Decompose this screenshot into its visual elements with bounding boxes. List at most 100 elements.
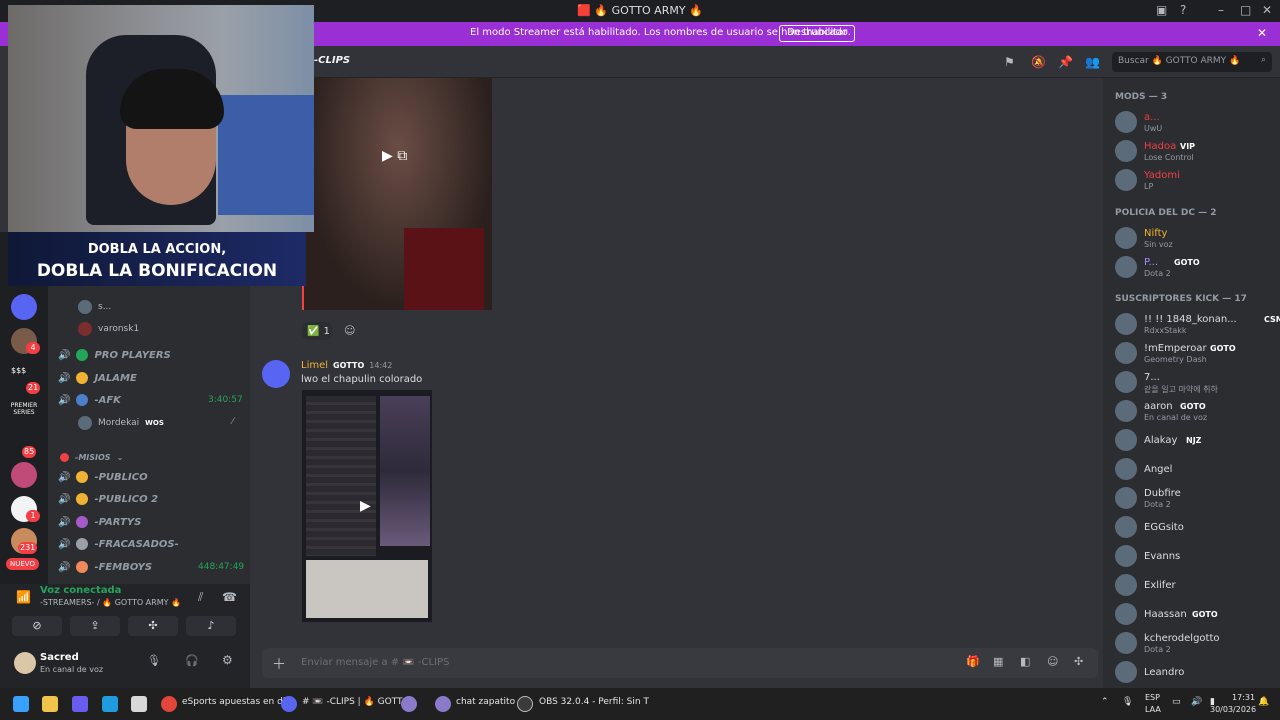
notification-icon[interactable]: 🔔 — [1258, 697, 1269, 707]
search-icon: ⌕ — [1260, 55, 1266, 65]
discord-icon[interactable] — [281, 696, 297, 712]
edge-icon[interactable] — [102, 696, 118, 712]
close-banner-icon[interactable]: ✕ — [1257, 26, 1267, 40]
voice-channel-partys[interactable]: 🔊 -PARTYS — [58, 512, 141, 532]
apps-icon[interactable]: ✣ — [1074, 655, 1083, 668]
member-row[interactable]: Yadomi LP — [1113, 166, 1278, 194]
member-row[interactable]: kcherodelgotto Dota 2 — [1113, 629, 1278, 657]
server-label[interactable]: PREMIER SERIES — [9, 402, 39, 416]
avatar[interactable] — [14, 652, 36, 674]
threads-icon[interactable]: ⚑ — [1004, 55, 1015, 69]
search-input[interactable]: Buscar 🔥 GOTTO ARMY 🔥 ⌕ — [1112, 52, 1272, 72]
member-row[interactable]: !mEmperoar Geometry Dash GOTO — [1113, 339, 1278, 367]
voice-channel-pro-players[interactable]: 🔊 PRO PLAYERS — [58, 345, 171, 365]
pin-icon[interactable]: 📌 — [1058, 55, 1073, 69]
network-icon[interactable]: ▭ — [1172, 697, 1181, 707]
obs-icon[interactable] — [517, 696, 533, 712]
noise-suppression-icon[interactable]: ⫽ — [198, 590, 203, 605]
member-row[interactable]: Angel — [1113, 455, 1278, 483]
mute-channel-icon[interactable]: 🔕 — [1031, 55, 1046, 69]
voice-user[interactable]: Mordekai WOS — [78, 416, 164, 430]
video-toggle-button[interactable]: ⊘ — [12, 616, 62, 636]
clip-attachment[interactable]: ▶ — [302, 390, 432, 622]
signal-icon[interactable]: 📶 — [16, 590, 31, 604]
help-icon[interactable]: ? — [1180, 3, 1186, 17]
copilot-icon[interactable] — [72, 696, 88, 712]
voice-channel-afk[interactable]: 🔊 -AFK — [58, 390, 121, 410]
member-row[interactable]: Leandro — [1113, 658, 1278, 686]
server-label[interactable]: $$$ — [11, 366, 26, 375]
taskbar-obs-window[interactable]: OBS 32.0.4 - Perfil: Sin T — [539, 697, 649, 707]
taskbar-chat-window[interactable]: chat zapatito — [456, 697, 515, 707]
member-row[interactable]: Exlifer — [1113, 571, 1278, 599]
volume-icon[interactable]: 🔊 — [1191, 697, 1202, 707]
play-icon[interactable]: ▶ — [360, 498, 371, 514]
language-indicator[interactable]: ESP — [1145, 693, 1160, 702]
user-name[interactable]: Sacred — [40, 652, 79, 663]
message-input[interactable]: ＋ Enviar mensaje a # 📼 -CLIPS 🎁 ▦ ◧ ☺ ✣ — [262, 648, 1098, 678]
file-explorer-icon[interactable] — [42, 696, 58, 712]
microphone-icon[interactable]: 🎙 — [147, 654, 161, 667]
gift-icon[interactable]: 🎁 — [966, 655, 980, 668]
voice-channel-fracasados[interactable]: 🔊 -FRACASADOS- — [58, 534, 179, 554]
tray-chevron-icon[interactable]: ⌃ — [1101, 697, 1109, 707]
member-row[interactable]: aaron En canal de voz GOTO — [1113, 397, 1278, 425]
disconnect-icon[interactable]: ☎ — [222, 590, 237, 604]
voice-channel-path[interactable]: -STREAMERS- / 🔥 GOTTO ARMY 🔥 — [40, 598, 181, 607]
inbox-icon[interactable]: ▣ — [1156, 3, 1167, 17]
add-attachment-icon[interactable]: ＋ — [272, 654, 286, 674]
member-row[interactable]: Hadoa Lose Control VIP — [1113, 137, 1278, 165]
emoji-icon[interactable]: ☺ — [1047, 655, 1058, 668]
headphones-icon[interactable]: 🎧 — [185, 654, 199, 667]
language-variant[interactable]: LAA — [1145, 705, 1161, 714]
voice-status-title[interactable]: Voz conectada — [40, 585, 121, 596]
server-icon[interactable] — [11, 462, 37, 488]
taskbar-clock[interactable]: 17:31 — [1232, 693, 1255, 702]
video-attachment[interactable]: ▶ ⧉ — [302, 78, 492, 310]
voice-user[interactable]: varonsk1 — [78, 322, 139, 336]
disable-streamer-button[interactable]: Deshabilitar — [779, 25, 856, 42]
chrome-icon[interactable] — [161, 696, 177, 712]
gear-icon[interactable]: ⚙ — [222, 653, 233, 667]
reaction-checkmark[interactable]: ✅ 1 — [302, 322, 332, 340]
add-reaction-icon[interactable]: ☺ — [344, 324, 355, 337]
voice-channel-femboys[interactable]: 🔊 -FEMBOYS — [58, 557, 152, 577]
app-icon[interactable] — [401, 696, 417, 712]
voice-channel-publico-2[interactable]: 🔊 -PUBLICO 2 — [58, 489, 158, 509]
member-list-icon[interactable]: 👥 — [1085, 55, 1100, 69]
close-window-button[interactable]: ✕ — [1262, 3, 1272, 17]
soundboard-button[interactable]: ♪ — [186, 616, 236, 636]
member-row[interactable]: Evanns — [1113, 542, 1278, 570]
member-row[interactable]: 7... 같을 일고 마약에 취하 — [1113, 368, 1278, 396]
author-avatar[interactable] — [262, 360, 290, 388]
member-row[interactable]: P... Dota 2 GOTO — [1113, 253, 1278, 281]
member-row[interactable]: !! !! 1848_konan... RdxxStakk CSM — [1113, 310, 1280, 338]
store-icon[interactable] — [131, 696, 147, 712]
taskbar-discord-window[interactable]: # 📼 -CLIPS | 🔥 GOTTO — [302, 697, 410, 707]
voice-user[interactable]: s... — [78, 300, 111, 314]
member-row[interactable]: Nifty Sin voz — [1113, 224, 1278, 252]
voice-channel-jalame[interactable]: 🔊 JALAME — [58, 368, 137, 388]
screen-share-button[interactable]: ⇪ — [70, 616, 120, 636]
member-row[interactable]: a... UwU — [1113, 108, 1278, 136]
tray-mic-icon[interactable]: 🎙 — [1122, 697, 1133, 707]
app-icon[interactable] — [435, 696, 451, 712]
promo-line-2: DOBLA LA BONIFICACION — [36, 261, 278, 281]
member-row[interactable]: EGGsito — [1113, 513, 1278, 541]
taskbar-date[interactable]: 30/03/2026 — [1210, 705, 1256, 714]
member-row[interactable]: Haassan GOTO — [1113, 600, 1278, 628]
voice-channel-publico[interactable]: 🔊 -PUBLICO — [58, 467, 148, 487]
member-row[interactable]: Dubfire Dota 2 — [1113, 484, 1278, 512]
minimize-button[interactable]: – — [1218, 3, 1224, 17]
taskbar-chrome-window[interactable]: eSports apuestas en dir — [182, 697, 289, 707]
author-name[interactable]: Limel — [301, 360, 328, 371]
play-icon[interactable]: ▶ ⧉ — [382, 148, 407, 164]
activities-button[interactable]: ✣ — [128, 616, 178, 636]
gif-icon[interactable]: ▦ — [993, 655, 1003, 668]
windows-start-icon[interactable] — [13, 696, 29, 712]
member-row[interactable]: Alakay NJZ — [1113, 426, 1278, 454]
category-misios[interactable]: -MISIOS ⌄ — [60, 447, 123, 467]
sticker-icon[interactable]: ◧ — [1020, 655, 1030, 668]
maximize-button[interactable]: □ — [1240, 3, 1251, 17]
server-icon[interactable] — [11, 294, 37, 320]
